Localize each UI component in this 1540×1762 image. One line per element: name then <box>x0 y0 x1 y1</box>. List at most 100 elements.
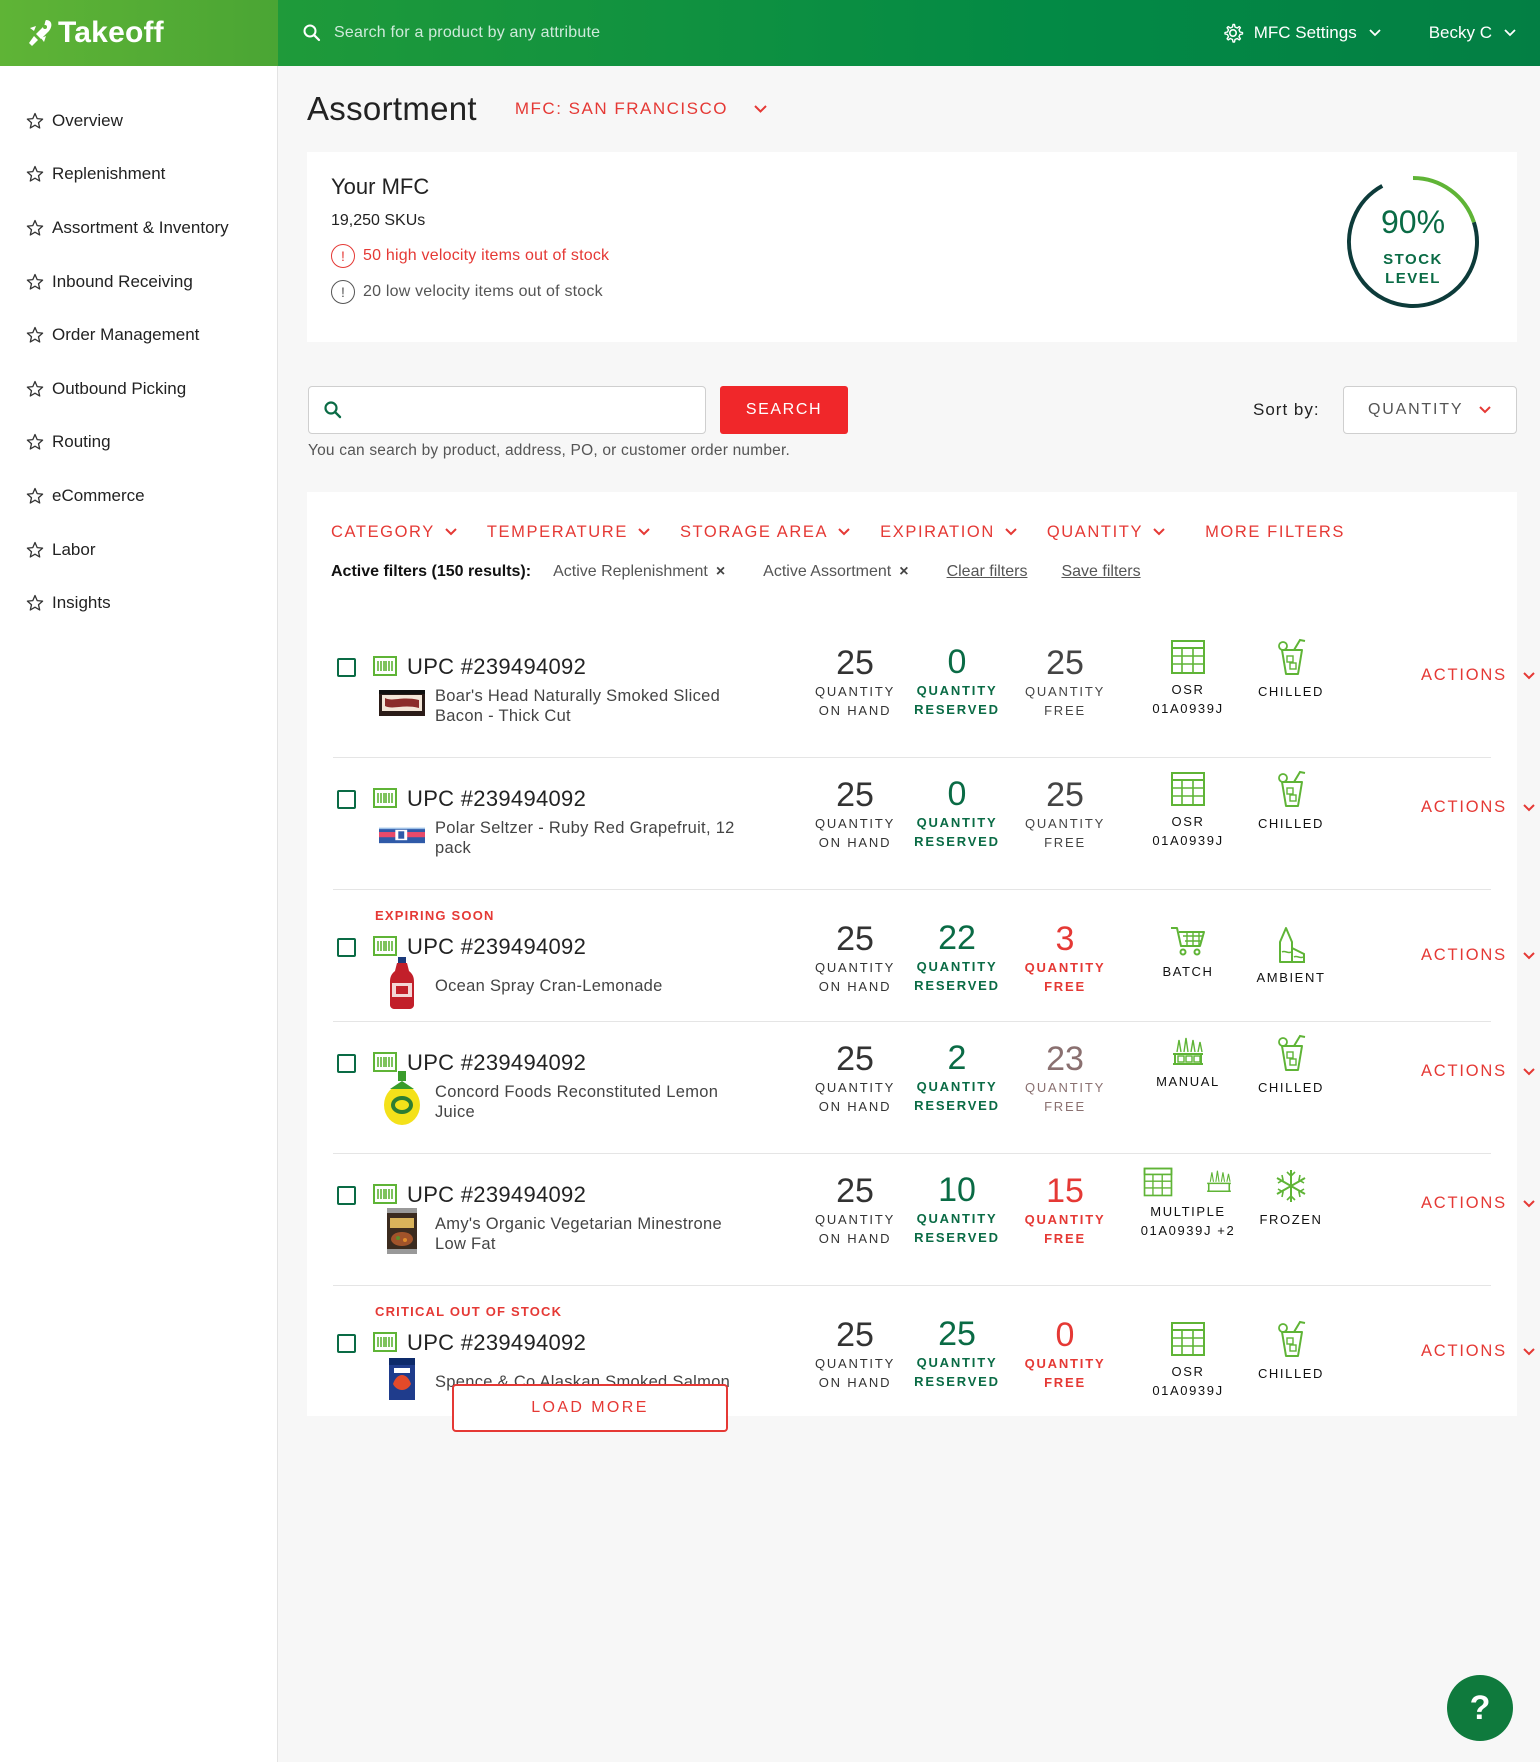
low-velocity-alert[interactable]: ! 20 low velocity items out of stock <box>331 280 1493 304</box>
product-upc[interactable]: UPC #239494092 <box>407 1050 586 1076</box>
high-velocity-alert-text: 50 high velocity items out of stock <box>363 247 610 264</box>
user-menu[interactable]: Becky C <box>1429 23 1516 43</box>
product-search-row: SEARCH You can search by product, addres… <box>307 342 1517 492</box>
brand-name: Takeoff <box>58 16 164 49</box>
quantity-reserved: 0 QUANTITY RESERVED <box>907 775 1007 851</box>
sidebar-item-replenishment[interactable]: Replenishment <box>0 148 277 202</box>
product-search-box[interactable] <box>308 386 706 434</box>
storage-area-label: MANUAL <box>1156 1074 1220 1089</box>
sidebar-item-label: Inbound Receiving <box>52 271 193 291</box>
filter-label: TEMPERATURE <box>486 522 628 541</box>
actions-label: ACTIONS <box>1421 1062 1507 1080</box>
star-icon <box>26 380 44 397</box>
row-actions-menu[interactable]: ACTIONS <box>1421 1194 1535 1213</box>
quantity-reserved: 22 QUANTITY RESERVED <box>907 919 1007 995</box>
product-name[interactable]: Boar's Head Naturally Smoked Sliced Baco… <box>435 686 735 726</box>
sidebar-item-ecommerce[interactable]: eCommerce <box>0 469 277 523</box>
row-actions-menu[interactable]: ACTIONS <box>1421 666 1535 685</box>
gear-icon <box>1224 23 1243 43</box>
actions-label: ACTIONS <box>1421 946 1507 964</box>
storage-area-label: OSR <box>1171 814 1205 829</box>
stock-level-ring <box>1347 176 1479 308</box>
chevron-down-icon <box>1153 528 1165 536</box>
sidebar-item-overview[interactable]: Overview <box>0 94 277 148</box>
product-name[interactable]: Polar Seltzer - Ruby Red Grapefruit, 12 … <box>435 818 735 858</box>
row-checkbox[interactable] <box>337 1334 356 1353</box>
sidebar-item-insights[interactable]: Insights <box>0 576 277 630</box>
storage-area-label: OSR <box>1171 682 1205 697</box>
save-filters-link[interactable]: Save filters <box>1061 563 1140 581</box>
product-name[interactable]: Concord Foods Reconstituted Lemon Juice <box>435 1082 735 1122</box>
actions-label: ACTIONS <box>1421 798 1507 816</box>
product-image <box>379 957 425 1009</box>
sidebar-item-order-management[interactable]: Order Management <box>0 308 277 362</box>
chevron-down-icon <box>1523 1347 1535 1355</box>
chip-label: Active Assortment <box>763 563 892 580</box>
row-actions-menu[interactable]: ACTIONS <box>1421 1342 1535 1361</box>
temperature-label: CHILLED <box>1257 1366 1325 1381</box>
mfc-settings-label: MFC Settings <box>1253 23 1357 42</box>
more-filters-button[interactable]: MORE FILTERS <box>1205 523 1345 542</box>
search-icon <box>303 24 321 42</box>
close-icon[interactable]: × <box>899 563 908 581</box>
quantity-free-value: 25 <box>1046 644 1084 682</box>
high-velocity-alert[interactable]: ! 50 high velocity items out of stock <box>331 244 1493 268</box>
global-search-placeholder[interactable]: Search for a product by any attribute <box>334 24 600 42</box>
clear-filters-link[interactable]: Clear filters <box>947 563 1028 581</box>
search-help-text: You can search by product, address, PO, … <box>308 442 790 459</box>
help-button[interactable]: ? <box>1447 1675 1513 1741</box>
row-checkbox[interactable] <box>337 938 356 957</box>
brand[interactable]: Takeoff <box>0 0 278 66</box>
filter-storage-area[interactable]: STORAGE AREA <box>680 523 850 542</box>
product-name[interactable]: Ocean Spray Cran-Lemonade <box>435 976 735 996</box>
filter-label: STORAGE AREA <box>679 522 829 541</box>
search-icon <box>324 401 342 419</box>
product-upc[interactable]: UPC #239494092 <box>407 786 586 812</box>
product-upc[interactable]: UPC #239494092 <box>407 1330 586 1356</box>
sidebar-item-inbound-receiving[interactable]: Inbound Receiving <box>0 255 277 309</box>
sidebar-item-outbound-picking[interactable]: Outbound Picking <box>0 362 277 416</box>
filter-quantity[interactable]: QUANTITY <box>1047 523 1165 542</box>
sidebar-item-assortment-inventory[interactable]: Assortment & Inventory <box>0 201 277 255</box>
quantity-free-value: 3 <box>1055 920 1075 958</box>
product-image <box>379 1356 425 1402</box>
sidebar-item-label: Insights <box>52 593 111 613</box>
product-name[interactable]: Amy's Organic Vegetarian Minestrone Low … <box>435 1214 735 1254</box>
quantity-free-value: 25 <box>1046 776 1084 814</box>
mfc-location-select[interactable]: MFC: SAN FRANCISCO <box>515 99 767 119</box>
row-actions-menu[interactable]: ACTIONS <box>1421 946 1535 965</box>
sidebar-item-labor[interactable]: Labor <box>0 523 277 577</box>
star-icon <box>26 166 44 183</box>
filter-temperature[interactable]: TEMPERATURE <box>487 523 650 542</box>
row-checkbox[interactable] <box>337 658 356 677</box>
alert-icon: ! <box>331 280 355 304</box>
quantity-on-hand-value: 25 <box>836 1040 874 1078</box>
sort-select[interactable]: QUANTITY <box>1343 386 1517 434</box>
global-search[interactable]: Search for a product by any attribute <box>302 23 1222 43</box>
close-icon[interactable]: × <box>716 563 725 581</box>
mfc-settings-menu[interactable]: MFC Settings <box>1222 22 1381 44</box>
filter-category[interactable]: CATEGORY <box>331 523 457 542</box>
product-upc[interactable]: UPC #239494092 <box>407 934 586 960</box>
search-button[interactable]: SEARCH <box>720 386 848 434</box>
chevron-down-icon <box>638 528 650 536</box>
main-content: Assortment MFC: SAN FRANCISCO Your MFC 1… <box>307 66 1535 1416</box>
product-upc[interactable]: UPC #239494092 <box>407 654 586 680</box>
row-checkbox[interactable] <box>337 790 356 809</box>
quantity-free: 3 QUANTITY FREE <box>1015 920 1115 996</box>
load-more-button[interactable]: LOAD MORE <box>452 1384 728 1432</box>
star-icon <box>26 219 44 236</box>
storage-area: BATCH <box>1133 924 1243 981</box>
filter-expiration[interactable]: EXPIRATION <box>880 523 1017 542</box>
product-upc[interactable]: UPC #239494092 <box>407 1182 586 1208</box>
sidebar-item-routing[interactable]: Routing <box>0 416 277 470</box>
row-checkbox[interactable] <box>337 1054 356 1073</box>
row-actions-menu[interactable]: ACTIONS <box>1421 1062 1535 1081</box>
star-icon <box>26 327 44 343</box>
row-checkbox[interactable] <box>337 1186 356 1205</box>
product-search-input[interactable] <box>353 390 705 430</box>
quantity-on-hand-value: 25 <box>836 1172 874 1210</box>
row-actions-menu[interactable]: ACTIONS <box>1421 798 1535 817</box>
chip-label: Active Replenishment <box>553 563 708 580</box>
sidebar-item-label: Order Management <box>52 325 200 345</box>
